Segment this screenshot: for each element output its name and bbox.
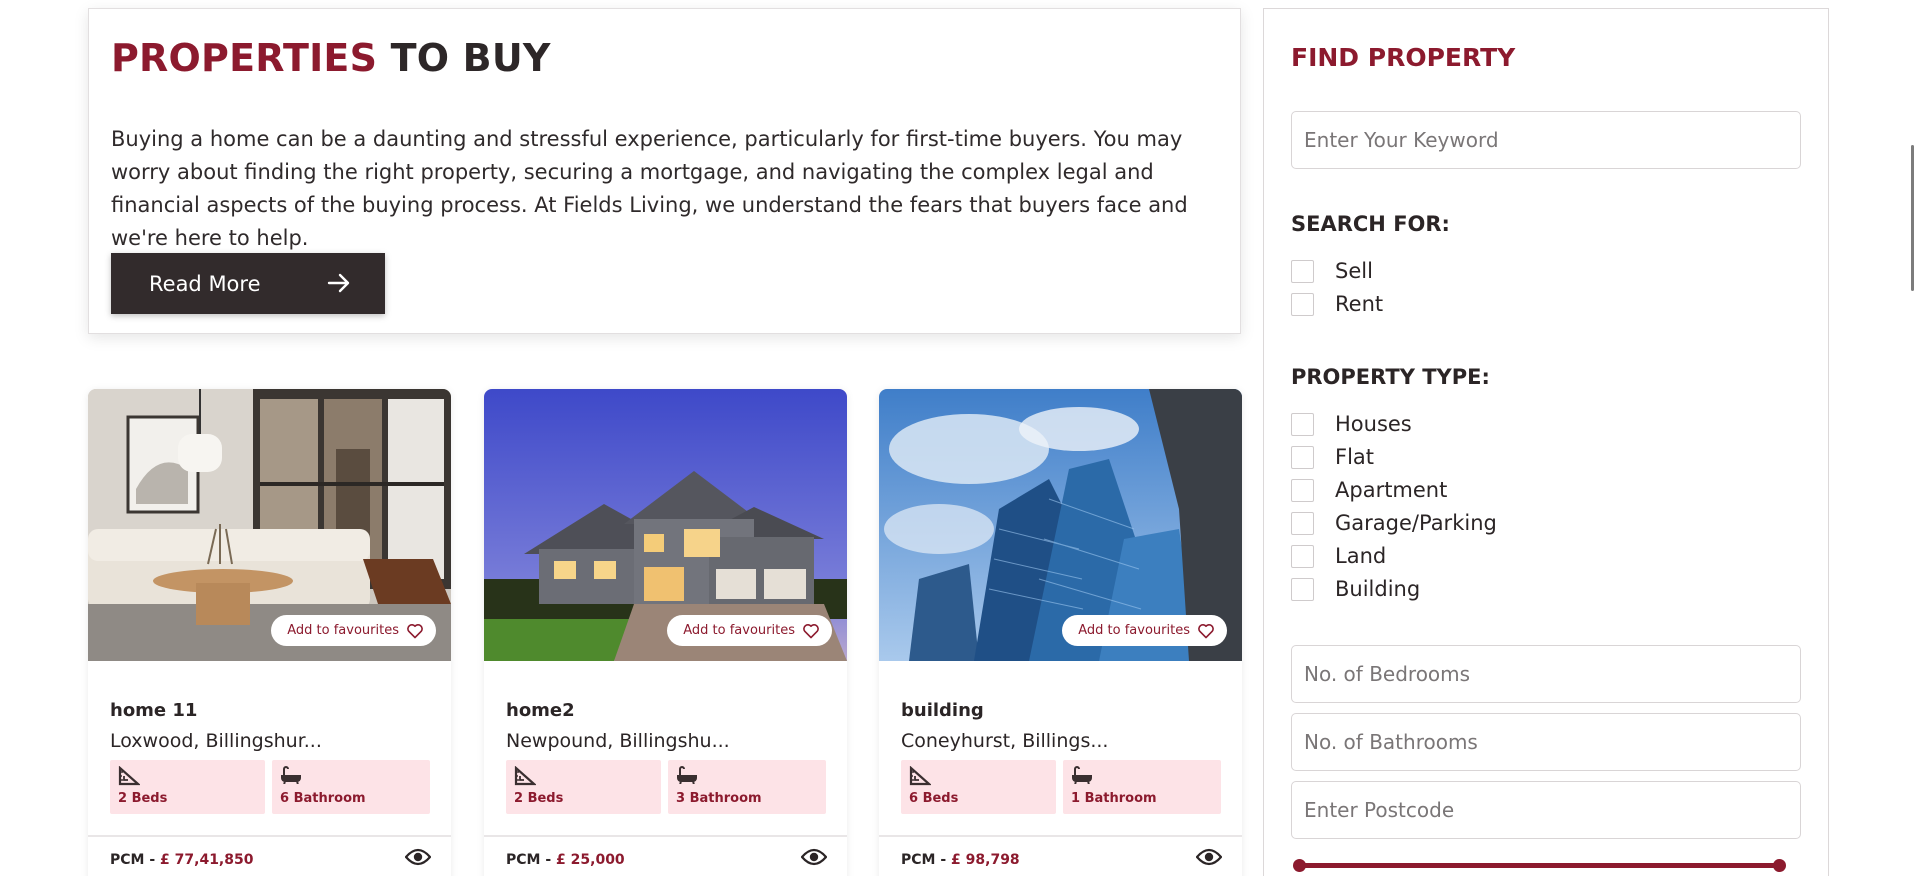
- baths-badge: 6 Bathroom: [272, 760, 430, 814]
- arrow-right-icon: [327, 273, 350, 293]
- divider: [879, 835, 1242, 837]
- divider: [88, 835, 451, 837]
- price-prefix: PCM -: [110, 852, 161, 868]
- beds-badge: 2 Beds: [506, 760, 661, 814]
- price-prefix: PCM -: [506, 852, 557, 868]
- property-price: PCM - £ 25,000: [506, 852, 625, 868]
- checkbox-houses[interactable]: Houses: [1291, 412, 1412, 436]
- checkbox-label: Garage/Parking: [1335, 511, 1497, 535]
- range-thumb-min[interactable]: [1293, 859, 1306, 872]
- divider: [484, 835, 847, 837]
- checkbox-label: Land: [1335, 544, 1387, 568]
- checkbox-box[interactable]: [1291, 412, 1314, 436]
- favourite-label: Add to favourites: [1078, 623, 1190, 638]
- price-value: £ 98,798: [951, 852, 1020, 868]
- search-for-title: SEARCH FOR:: [1291, 212, 1450, 236]
- beds-badge: 6 Beds: [901, 760, 1056, 814]
- property-location: Coneyhurst, Billings...: [901, 730, 1109, 752]
- checkbox-box[interactable]: [1291, 577, 1314, 601]
- heart-icon: [803, 623, 819, 638]
- beds-badge: 2 Beds: [110, 760, 265, 814]
- property-type-title: PROPERTY TYPE:: [1291, 365, 1490, 389]
- heart-icon: [1198, 623, 1214, 638]
- view-eye-icon[interactable]: [801, 848, 827, 866]
- favourite-label: Add to favourites: [683, 623, 795, 638]
- price-prefix: PCM -: [901, 852, 952, 868]
- add-to-favourites-button[interactable]: Add to favourites: [667, 615, 832, 646]
- checkbox-box[interactable]: [1291, 445, 1314, 469]
- view-eye-icon[interactable]: [1196, 848, 1222, 866]
- view-eye-icon[interactable]: [405, 848, 431, 866]
- checkbox-box[interactable]: [1291, 544, 1314, 568]
- keyword-input[interactable]: [1291, 111, 1801, 169]
- property-name[interactable]: home 11: [110, 700, 197, 721]
- read-more-button[interactable]: Read More: [111, 253, 385, 314]
- range-track[interactable]: [1298, 863, 1779, 868]
- property-price: PCM - £ 98,798: [901, 852, 1020, 868]
- checkbox-building[interactable]: Building: [1291, 577, 1420, 601]
- checkbox-box[interactable]: [1291, 478, 1314, 502]
- checkbox-flat[interactable]: Flat: [1291, 445, 1374, 469]
- baths-badge: 3 Bathroom: [668, 760, 826, 814]
- beds-label: 6 Beds: [909, 791, 959, 806]
- read-more-label: Read More: [149, 271, 261, 296]
- add-to-favourites-button[interactable]: Add to favourites: [1062, 615, 1227, 646]
- checkbox-rent[interactable]: Rent: [1291, 292, 1383, 316]
- checkbox-land[interactable]: Land: [1291, 544, 1386, 568]
- intro-card: PROPERTIES TO BUY Buying a home can be a…: [88, 8, 1241, 334]
- checkbox-label: Rent: [1335, 292, 1384, 316]
- property-card[interactable]: Add to favourites home2 Newpound, Billin…: [484, 389, 847, 876]
- checkbox-box[interactable]: [1291, 259, 1314, 283]
- bathtub-icon: [677, 766, 697, 784]
- property-card[interactable]: Add to favourites home 11 Loxwood, Billi…: [88, 389, 451, 876]
- sidebar-title: FIND PROPERTY: [1291, 43, 1516, 72]
- page-title-rest: TO BUY: [390, 36, 551, 80]
- beds-label: 2 Beds: [514, 791, 564, 806]
- property-location: Loxwood, Billingshur...: [110, 730, 322, 752]
- checkbox-box[interactable]: [1291, 292, 1314, 316]
- range-thumb-max[interactable]: [1773, 859, 1786, 872]
- floor-plan-icon: [514, 766, 536, 786]
- add-to-favourites-button[interactable]: Add to favourites: [271, 615, 436, 646]
- checkbox-box[interactable]: [1291, 511, 1314, 535]
- postcode-input[interactable]: [1291, 781, 1801, 839]
- checkbox-label: Sell: [1335, 259, 1373, 283]
- favourite-label: Add to favourites: [287, 623, 399, 638]
- find-property-sidebar: FIND PROPERTY SEARCH FOR: Sell Rent PROP…: [1263, 8, 1829, 876]
- checkbox-garage-parking[interactable]: Garage/Parking: [1291, 511, 1497, 535]
- checkbox-label: Houses: [1335, 412, 1412, 436]
- baths-label: 3 Bathroom: [676, 791, 762, 806]
- floor-plan-icon: [909, 766, 931, 786]
- page-title: PROPERTIES TO BUY: [111, 39, 551, 77]
- bathtub-icon: [1072, 766, 1092, 784]
- bedrooms-input[interactable]: [1291, 645, 1801, 703]
- property-name[interactable]: building: [901, 700, 984, 721]
- baths-badge: 1 Bathroom: [1063, 760, 1221, 814]
- bathrooms-input[interactable]: [1291, 713, 1801, 771]
- checkbox-label: Flat: [1335, 445, 1375, 469]
- bathtub-icon: [281, 766, 301, 784]
- checkbox-label: Apartment: [1335, 478, 1448, 502]
- baths-label: 1 Bathroom: [1071, 791, 1157, 806]
- checkbox-apartment[interactable]: Apartment: [1291, 478, 1447, 502]
- floor-plan-icon: [118, 766, 140, 786]
- heart-icon: [407, 623, 423, 638]
- page-scrollbar[interactable]: [1911, 145, 1914, 291]
- price-value: £ 77,41,850: [160, 852, 254, 868]
- checkbox-label: Building: [1335, 577, 1421, 601]
- property-card[interactable]: Add to favourites building Coneyhurst, B…: [879, 389, 1242, 876]
- intro-text: Buying a home can be a daunting and stre…: [111, 127, 1188, 250]
- page-title-accent: PROPERTIES: [111, 36, 378, 80]
- baths-label: 6 Bathroom: [280, 791, 366, 806]
- property-location: Newpound, Billingshu...: [506, 730, 730, 752]
- property-name[interactable]: home2: [506, 700, 575, 721]
- price-value: £ 25,000: [556, 852, 625, 868]
- property-price: PCM - £ 77,41,850: [110, 852, 253, 868]
- beds-label: 2 Beds: [118, 791, 168, 806]
- checkbox-sell[interactable]: Sell: [1291, 259, 1373, 283]
